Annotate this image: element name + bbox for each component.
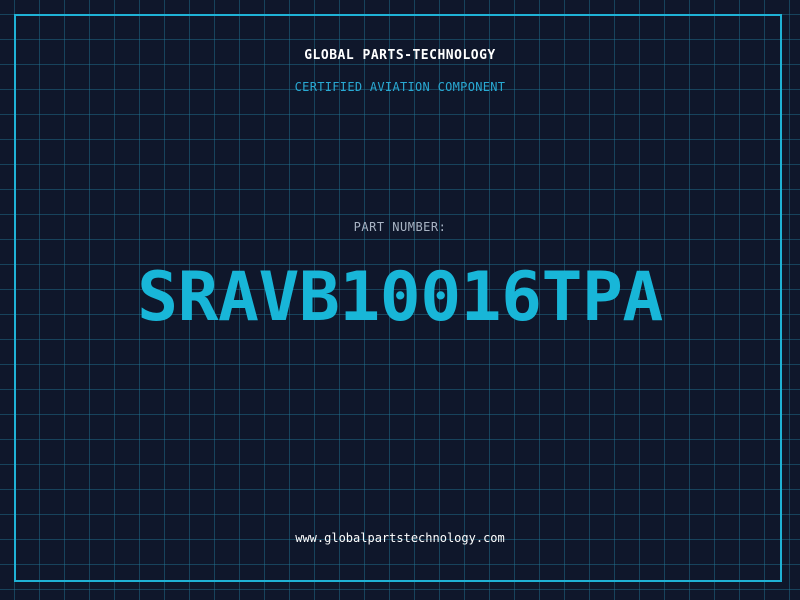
company-name: GLOBAL PARTS-TECHNOLOGY bbox=[304, 48, 496, 63]
certification-subtitle: CERTIFIED AVIATION COMPONENT bbox=[294, 80, 506, 94]
part-number-label: PART NUMBER: bbox=[353, 220, 447, 234]
website-url[interactable]: www.globalpartstechnology.com bbox=[0, 531, 800, 545]
part-number-value: SRAVB10016TPA bbox=[137, 258, 663, 337]
certificate-canvas: GLOBAL PARTS-TECHNOLOGY CERTIFIED AVIATI… bbox=[0, 0, 800, 600]
